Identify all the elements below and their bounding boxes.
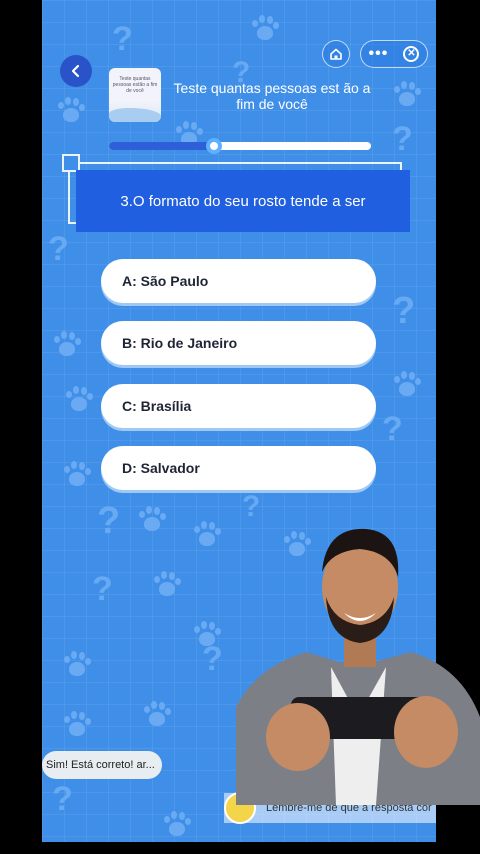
comment-toast: Sim! Está correto! ar... [42, 751, 162, 779]
quiz-thumbnail: Teste quantas pessoas estão a fim de voc… [109, 68, 161, 122]
option-d[interactable]: D: Salvador [101, 446, 376, 490]
more-dots-icon[interactable]: ••• [369, 46, 389, 62]
question-text: 3.O formato do seu rosto tende a ser [76, 170, 410, 232]
paw-print-decoration [192, 520, 222, 550]
question-mark-decoration: ? [112, 20, 133, 58]
question-mark-decoration: ? [392, 290, 416, 332]
thumbnail-wave [109, 108, 161, 122]
paw-print-decoration [52, 330, 82, 360]
back-arrow-icon [71, 64, 80, 78]
question-mark-decoration: ? [97, 500, 121, 542]
thumbnail-caption: Teste quantas pessoas estão a fim de voc… [112, 76, 158, 94]
progress-bar [109, 138, 371, 154]
paw-print-decoration [392, 370, 422, 400]
back-button[interactable] [60, 55, 92, 87]
paw-print-decoration [64, 385, 94, 415]
capsule-menu: ••• ✕ [360, 40, 428, 68]
question-mark-decoration: ? [392, 120, 413, 158]
option-c[interactable]: C: Brasília [101, 384, 376, 428]
paw-print-decoration [162, 810, 192, 840]
paw-print-decoration [392, 80, 422, 110]
question-mark-decoration: ? [202, 640, 223, 678]
paw-print-decoration [142, 700, 172, 730]
quiz-title: Teste quantas pessoas est ão a fim de vo… [173, 80, 371, 112]
question-mark-decoration: ? [48, 230, 69, 268]
question-mark-decoration: ? [92, 570, 113, 608]
paw-print-decoration [62, 710, 92, 740]
paw-print-decoration [137, 505, 167, 535]
paw-print-decoration [62, 460, 92, 490]
paw-print-decoration [62, 650, 92, 680]
question-mark-decoration: ? [52, 780, 73, 818]
home-button[interactable] [322, 40, 350, 68]
presenter-figure [236, 528, 480, 805]
paw-print-decoration [56, 96, 86, 126]
progress-knob [205, 138, 222, 154]
question-mark-decoration: ? [382, 410, 403, 448]
paw-print-decoration [192, 620, 222, 650]
presenter-video [236, 517, 480, 805]
paw-print-decoration [152, 570, 182, 600]
option-b[interactable]: B: Rio de Janeiro [101, 321, 376, 365]
progress-fill [109, 142, 214, 150]
close-circle-icon[interactable]: ✕ [403, 46, 420, 62]
home-icon [330, 48, 342, 60]
option-a[interactable]: A: São Paulo [101, 259, 376, 303]
paw-print-decoration [250, 14, 280, 44]
